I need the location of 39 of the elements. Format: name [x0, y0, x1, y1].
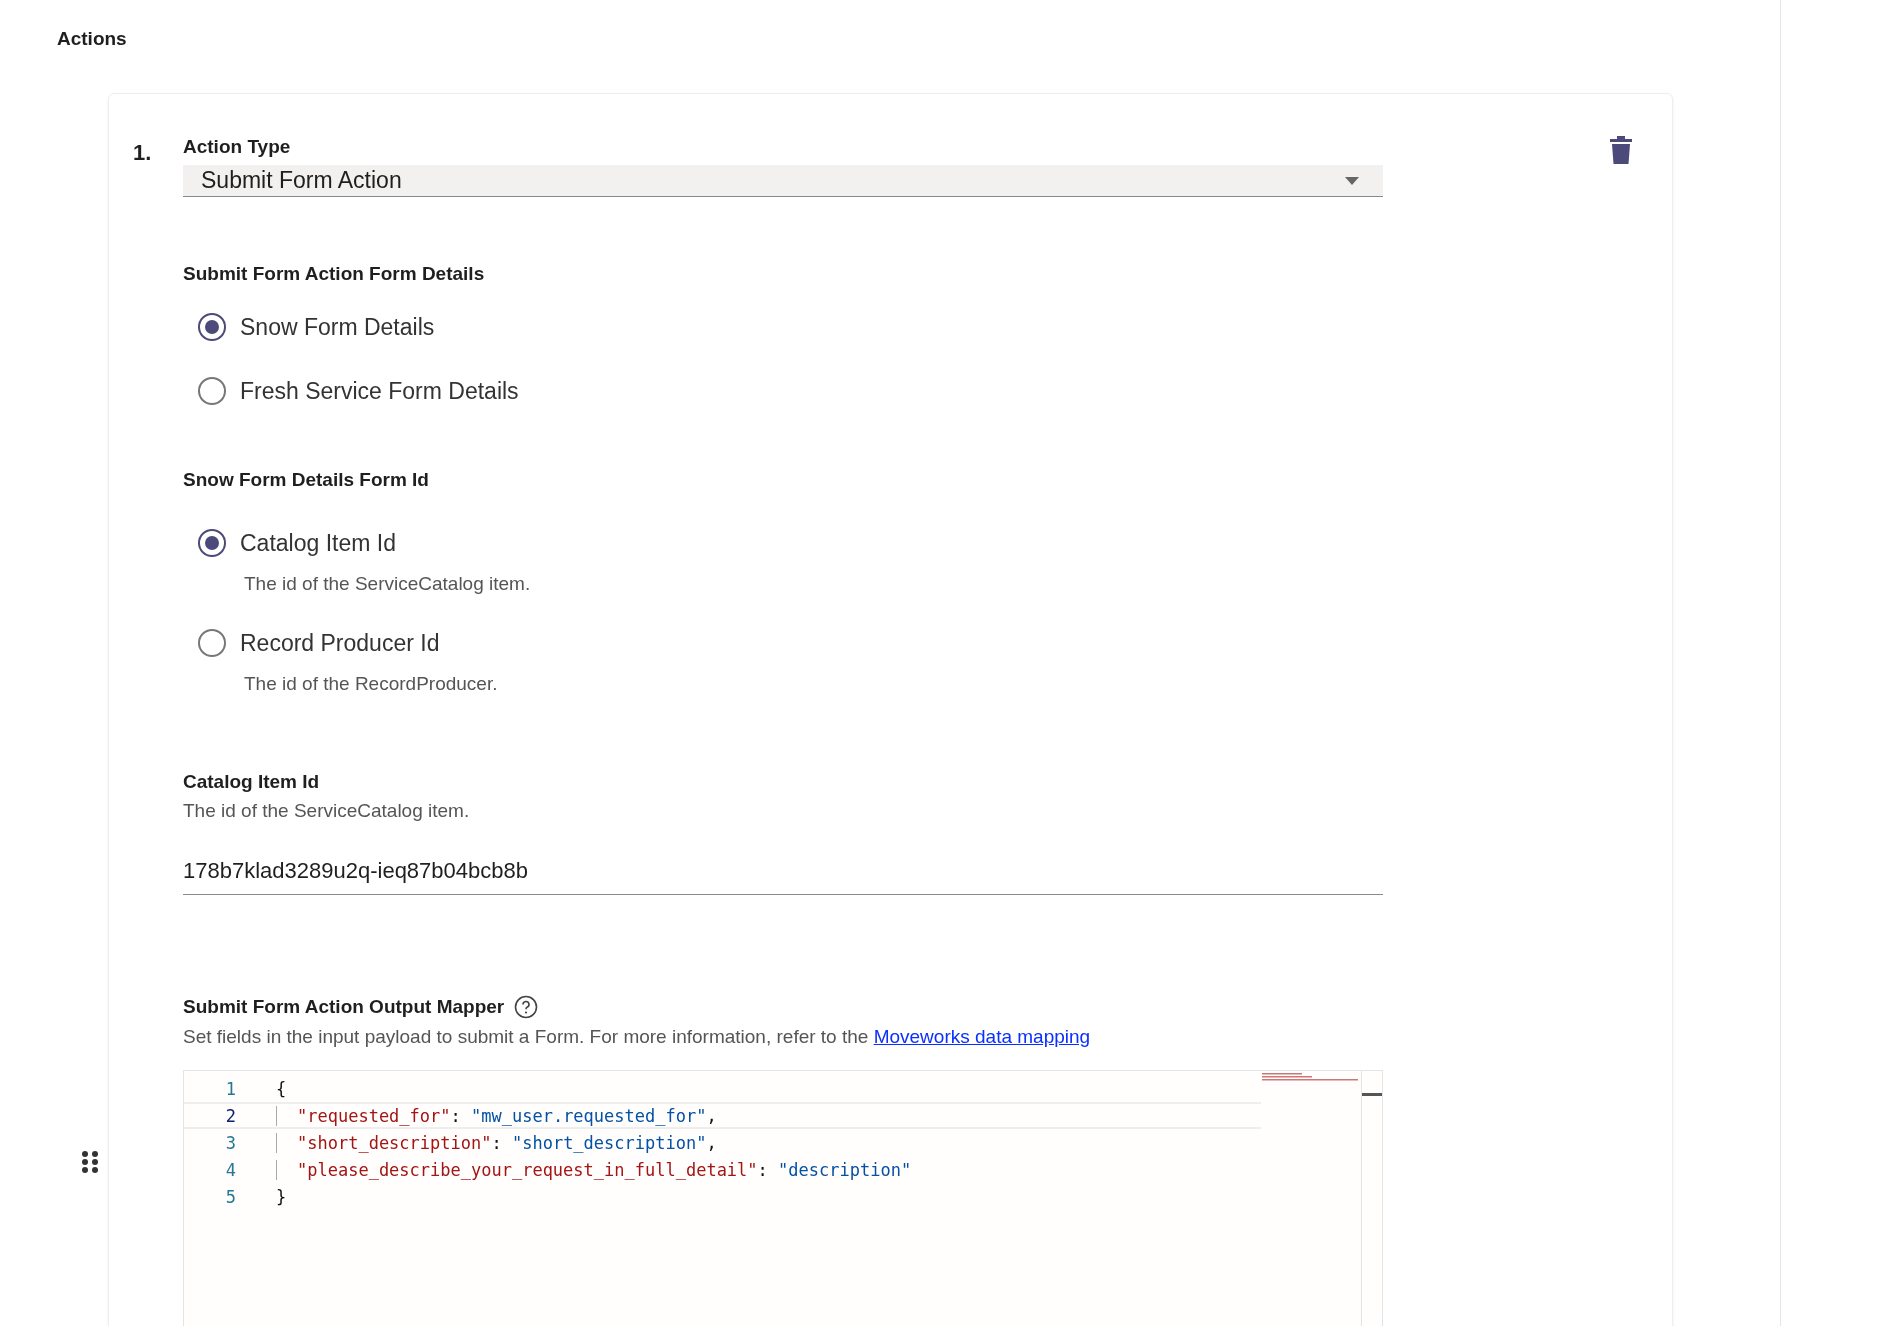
field-description: The id of the ServiceCatalog item. [183, 800, 471, 822]
line-number: 2 [224, 1105, 236, 1126]
code-line: "requested_for": "mw_user.requested_for", [276, 1105, 717, 1126]
data-mapping-link[interactable]: Moveworks data mapping [873, 1026, 1091, 1047]
radio-label: Catalog Item Id [240, 529, 396, 557]
help-icon[interactable] [514, 995, 539, 1019]
option-description: The id of the RecordProducer. [244, 673, 499, 695]
field-label: Catalog Item Id [183, 771, 320, 793]
radio-label: Record Producer Id [240, 629, 440, 657]
line-number: 5 [224, 1186, 236, 1207]
drag-handle-icon[interactable] [82, 1150, 98, 1174]
field-label: Action Type [183, 136, 291, 158]
code-line: "short_description": "short_description", [276, 1132, 717, 1153]
catalog-id-field[interactable]: 178b7klad3289u2q-ieq87b04bcb8b [183, 858, 1383, 895]
action-number: 1. [133, 139, 153, 167]
radio-button[interactable] [198, 529, 226, 557]
group-label: Snow Form Details Form Id [183, 469, 429, 491]
line-number: 3 [224, 1132, 236, 1153]
caret-icon [1345, 176, 1359, 185]
radio-label: Snow Form Details [240, 313, 435, 341]
option-description: The id of the ServiceCatalog item. [244, 573, 532, 595]
group-label: Submit Form Action Form Details [183, 263, 485, 285]
radio-button[interactable] [198, 377, 226, 405]
section-heading: Actions [57, 28, 128, 50]
editor-scrollbar[interactable] [1361, 1071, 1382, 1326]
mapper-description: Set fields in the input payload to submit a Form. For more information, refer to the Moveworks data mapping [183, 1026, 1092, 1048]
code-editor[interactable]: 1 { 2 "requested_for": "mw_user.requested_for", 3 "short_description": "short_description", 4 "please_describe_your_request_in_full_detail": "description" 5 } [183, 1070, 1383, 1326]
field-label: Submit Form Action Output Mapper [183, 996, 505, 1018]
radio-button[interactable] [198, 629, 226, 657]
radio-button[interactable] [198, 313, 226, 341]
radio-label: Fresh Service Form Details [240, 377, 519, 405]
scroll-thumb[interactable] [1362, 1093, 1382, 1096]
code-line: { [276, 1078, 287, 1099]
line-number: 4 [224, 1159, 236, 1180]
delete-icon[interactable] [1610, 136, 1632, 164]
line-number: 1 [224, 1078, 236, 1099]
code-line: } [276, 1186, 287, 1207]
action-type-select[interactable]: Submit Form Action [183, 165, 1383, 197]
code-line: "please_describe_your_request_in_full_detail": "description" [276, 1159, 912, 1180]
